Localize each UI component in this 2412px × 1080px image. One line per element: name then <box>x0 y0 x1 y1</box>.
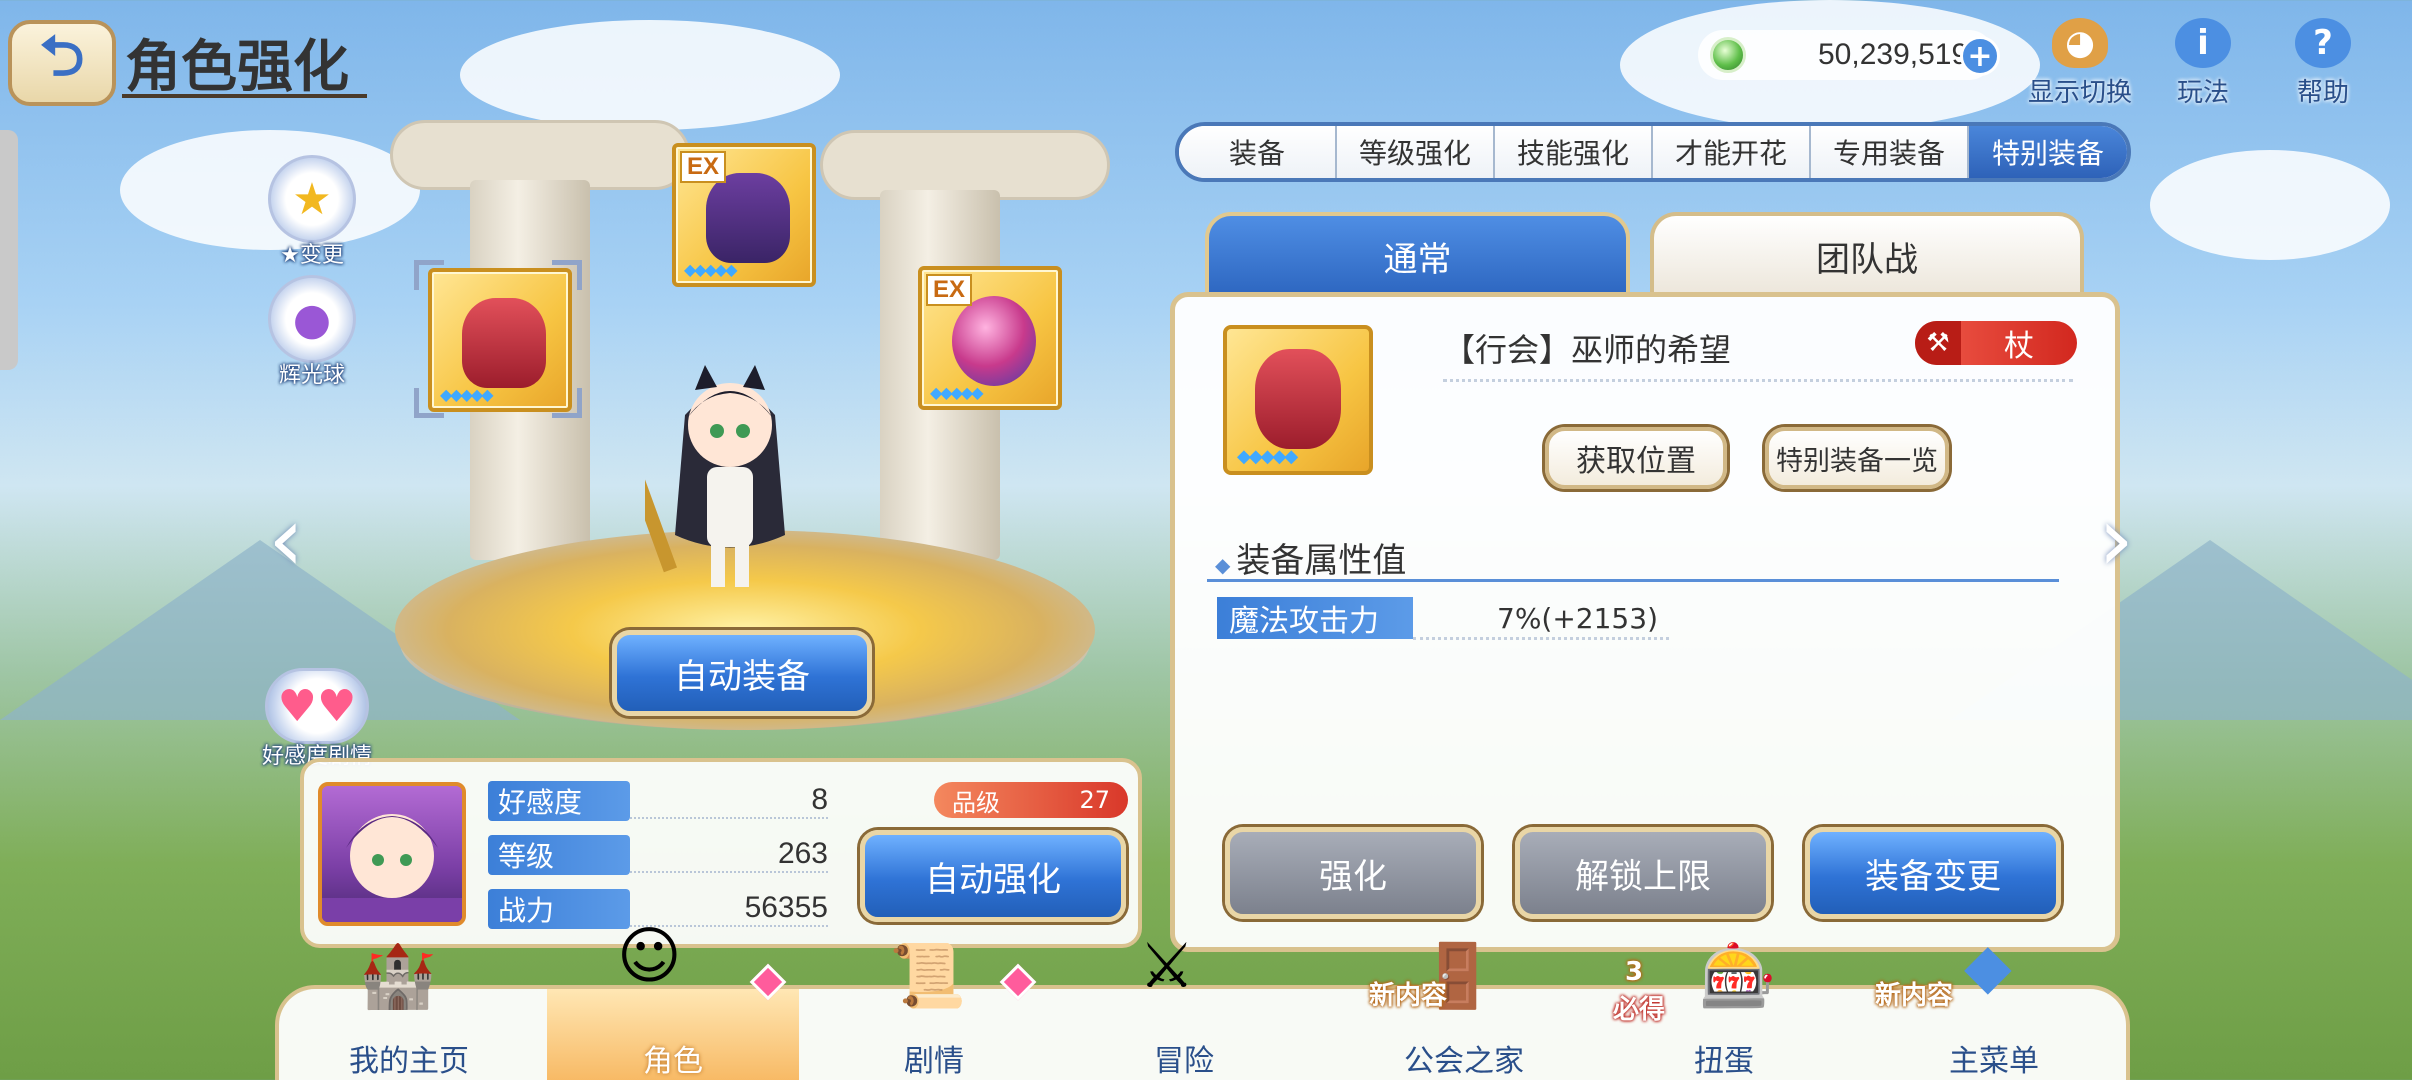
mascot-icon: ◕ <box>2052 18 2108 68</box>
attribute-label: 魔法攻击力 <box>1217 597 1413 639</box>
dress-equipment-icon <box>706 173 790 263</box>
stat-affection: 好感度 8 <box>488 780 828 822</box>
tab-special-equipment[interactable]: 特别装备 <box>1969 126 2127 178</box>
attribute-underline <box>1413 637 1669 640</box>
page-title: 角色强化 <box>125 34 349 100</box>
glow-orb-button[interactable]: ● 辉光球 <box>268 275 356 389</box>
hearts-icon: ♥♥ <box>265 668 369 744</box>
selection-corner <box>552 388 582 418</box>
portrait-art <box>322 814 462 922</box>
guaranteed-tag: 必得 <box>1613 995 1666 1025</box>
chevron-right-icon[interactable]: › <box>2098 495 2138 585</box>
equipment-detail-icon: ◆◆◆◆◆ <box>1223 325 1373 475</box>
enhance-button[interactable]: 强化 <box>1225 827 1481 919</box>
unlock-limit-button[interactable]: 解锁上限 <box>1515 827 1771 919</box>
ex-badge: EX <box>926 274 973 306</box>
name-underline <box>1443 379 2073 382</box>
gacha-count-tag: 3 <box>1625 957 1644 987</box>
currency-display: 50,239,519 + <box>1698 30 2000 80</box>
affection-story-button[interactable]: ♥♥ 好感度剧情 <box>262 668 372 770</box>
tab-level-enhance[interactable]: 等级强化 <box>1337 126 1495 178</box>
character-icon: ☺ <box>617 919 682 992</box>
section-title: 装备属性值 <box>1215 533 1406 582</box>
title-underline <box>122 94 367 98</box>
help-button[interactable]: ? 帮助 <box>2295 18 2351 109</box>
jewel-icon <box>1710 37 1746 73</box>
new-content-tag: 新内容 <box>1875 981 1954 1011</box>
back-button[interactable]: ⮌ <box>8 20 116 106</box>
auto-equip-button[interactable]: 自动装备 <box>612 630 872 716</box>
equipment-detail-panel: ◆◆◆◆◆ 【行会】巫师的希望 ⚒ 杖 获取位置 特别装备一览 装备属性值 魔法… <box>1170 292 2120 952</box>
section-divider <box>1207 579 2059 582</box>
special-equipment-list-button[interactable]: 特别装备一览 <box>1765 427 1949 489</box>
ex-badge: EX <box>680 151 727 183</box>
tab-normal[interactable]: 通常 <box>1205 212 1630 296</box>
gacha-machine-icon: 🎰 <box>1699 939 1777 1012</box>
stat-level: 等级 263 <box>488 834 828 876</box>
star-change-icon: ★ <box>268 155 356 243</box>
tab-unique-equipment[interactable]: 专用装备 <box>1811 126 1969 178</box>
rarity-gems: ◆◆◆◆◆ <box>684 260 738 279</box>
change-equipment-button[interactable]: 装备变更 <box>1805 827 2061 919</box>
new-content-tag: 新内容 <box>1369 981 1448 1011</box>
cloud <box>460 20 840 130</box>
add-currency-icon[interactable]: + <box>1960 36 2000 76</box>
character-info-panel: 好感度 8 等级 263 战力 56355 品级 27 自动强化 <box>300 758 1142 948</box>
equipment-slot-left[interactable]: ◆◆◆◆◆ <box>428 268 572 412</box>
tab-clan-battle[interactable]: 团队战 <box>1650 212 2084 296</box>
orb-equipment-icon <box>952 296 1036 386</box>
back-arrow-icon: ⮌ <box>39 23 85 89</box>
weapon-type-badge: ⚒ 杖 <box>1915 321 2077 365</box>
star-change-button[interactable]: ★ ★变更 <box>268 155 356 269</box>
equipment-name: 【行会】巫师的希望 <box>1443 331 1732 369</box>
display-switch-button[interactable]: ◕ 显示切换 <box>2028 18 2132 109</box>
attribute-value: 7%(+2153) <box>1497 601 1658 635</box>
tab-skill-enhance[interactable]: 技能强化 <box>1495 126 1653 178</box>
enhance-tabs: 装备 等级强化 技能强化 才能开花 专用装备 特别装备 <box>1175 122 2131 182</box>
staff-equipment-icon <box>1255 349 1341 449</box>
rarity-gems: ◆◆◆◆◆ <box>930 383 984 402</box>
character-sprite <box>645 365 785 587</box>
auto-enhance-button[interactable]: 自动强化 <box>860 830 1126 922</box>
selection-corner <box>552 260 582 290</box>
get-location-button[interactable]: 获取位置 <box>1545 427 1727 489</box>
flag-sword-icon: ⚔ <box>1139 929 1195 1002</box>
scroll-icon: 📜 <box>889 939 967 1012</box>
crystal-icon: ◆ <box>1964 929 2012 1002</box>
chevron-left-icon[interactable]: ‹ <box>268 495 308 585</box>
rank-badge: 品级 27 <box>934 782 1128 818</box>
castle-icon: 🏰 <box>359 939 437 1012</box>
gameplay-button[interactable]: i 玩法 <box>2175 18 2231 109</box>
nav-my-home[interactable]: 🏰 我的主页 <box>299 939 519 1080</box>
info-icon: i <box>2175 18 2231 68</box>
character-portrait[interactable] <box>318 782 466 926</box>
equipment-slot-top[interactable]: EX ◆◆◆◆◆ <box>672 143 816 287</box>
help-icon: ? <box>2295 18 2351 68</box>
staff-type-icon: ⚒ <box>1915 321 1961 365</box>
glow-orb-icon: ● <box>268 275 356 363</box>
equipment-slot-right[interactable]: EX ◆◆◆◆◆ <box>918 266 1062 410</box>
staff-equipment-icon <box>462 298 546 388</box>
rarity-gems: ◆◆◆◆◆ <box>440 385 494 404</box>
side-drawer-handle[interactable] <box>0 130 18 370</box>
tab-equipment[interactable]: 装备 <box>1179 126 1337 178</box>
tab-talent-bloom[interactable]: 才能开花 <box>1653 126 1811 178</box>
nav-story[interactable]: 📜 剧情 <box>819 939 1049 1080</box>
bottom-navigation: 🏰 我的主页 ☺ 角色 📜 剧情 ⚔ 冒险 🚪 公会之家 新内容 🎰 扭蛋 3 … <box>275 919 2130 1080</box>
nav-character[interactable]: ☺ 角色 <box>547 919 799 1080</box>
currency-value: 50,239,519 <box>1818 38 1969 71</box>
cloud <box>2150 150 2390 260</box>
rarity-gems: ◆◆◆◆◆ <box>1237 446 1298 467</box>
selection-corner <box>414 388 444 418</box>
selection-corner <box>414 260 444 290</box>
nav-adventure[interactable]: ⚔ 冒险 <box>1069 929 1299 1080</box>
